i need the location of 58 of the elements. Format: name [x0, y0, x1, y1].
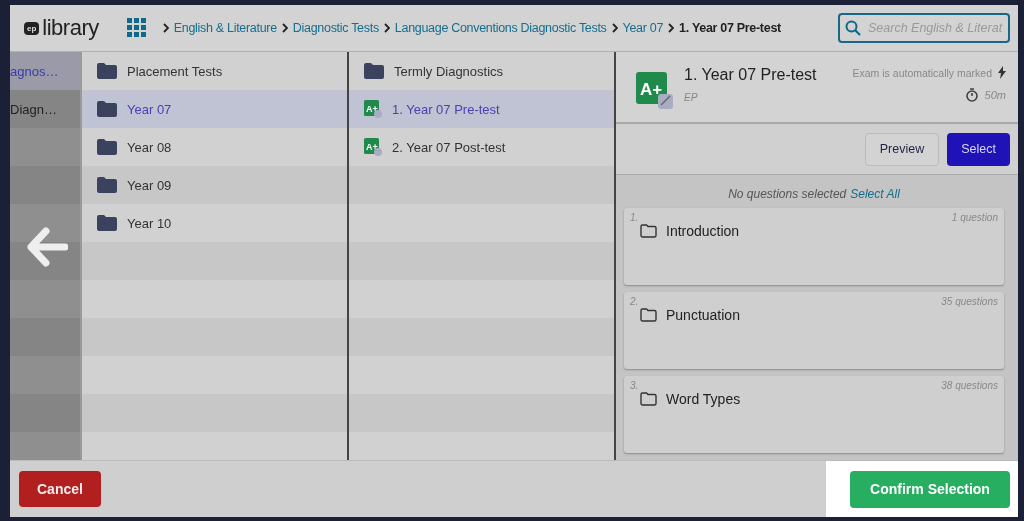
section-number: 1.	[630, 212, 639, 223]
folder-icon	[364, 63, 384, 79]
test-icon: A+	[364, 100, 382, 118]
duration-label: 50m	[984, 89, 1006, 101]
search-icon	[845, 20, 861, 36]
chevron-right-icon	[281, 23, 288, 33]
author-label: EP	[684, 92, 699, 103]
search-field[interactable]: Search English & Literat	[838, 13, 1010, 43]
list-item[interactable]: Year 10	[82, 204, 347, 242]
preview-button[interactable]: Preview	[864, 132, 940, 166]
list-item[interactable]: Termly Diagnostics	[349, 52, 614, 90]
breadcrumb-link[interactable]: Language Conventions Diagnostic Tests	[394, 21, 607, 35]
list-item[interactable]: Diagn…	[10, 90, 80, 128]
chevron-right-icon	[162, 23, 169, 33]
section-title: Punctuation	[666, 307, 740, 323]
chevron-right-icon	[383, 23, 390, 33]
breadcrumb-link[interactable]: Year 07	[622, 21, 664, 35]
cancel-button[interactable]: Cancel	[19, 471, 101, 507]
list-item[interactable]: Year 08	[82, 128, 347, 166]
logo-badge: ep	[24, 21, 40, 35]
apps-grid-icon[interactable]	[126, 18, 147, 38]
logo-text: library	[42, 15, 99, 41]
folder-icon	[640, 392, 657, 406]
list-item[interactable]: A+ 1. Year 07 Pre-test	[349, 90, 614, 128]
test-icon: A+	[364, 138, 382, 156]
logo[interactable]: ep library	[24, 15, 99, 41]
test-title: 1. Year 07 Pre-test	[684, 66, 818, 84]
selection-status: No questions selected	[728, 187, 847, 201]
breadcrumb-link[interactable]: Diagnostic Tests	[292, 21, 379, 35]
back-arrow-icon[interactable]	[26, 227, 68, 267]
chevron-right-icon	[611, 23, 618, 33]
chevron-right-icon	[668, 23, 675, 33]
question-count: 35 questions	[941, 296, 998, 307]
folder-icon	[97, 101, 117, 117]
folder-icon	[640, 308, 657, 322]
select-button[interactable]: Select	[947, 132, 1010, 166]
lightning-icon	[998, 66, 1006, 79]
list-item[interactable]: A+ 2. Year 07 Post-test	[349, 128, 614, 166]
section-title: Introduction	[666, 223, 740, 239]
folder-icon	[97, 63, 117, 79]
folder-icon	[97, 139, 117, 155]
list-item[interactable]: Year 09	[82, 166, 347, 204]
stopwatch-icon	[964, 88, 979, 102]
folder-icon	[97, 177, 117, 193]
question-count: 1 question	[951, 212, 998, 223]
section-number: 3.	[630, 380, 639, 391]
list-item[interactable]: Placement Tests	[82, 52, 347, 90]
folder-icon	[640, 224, 657, 238]
section-card[interactable]: 1. 1 question Introduction	[624, 208, 1004, 285]
breadcrumb-link[interactable]: English & Literature	[173, 21, 277, 35]
section-card[interactable]: 2. 35 questions Punctuation	[624, 292, 1004, 369]
section-title: Word Types	[666, 391, 741, 407]
folder-icon	[97, 215, 117, 231]
list-item[interactable]: Year 07	[82, 90, 347, 128]
question-count: 38 questions	[941, 380, 998, 391]
section-card[interactable]: 3. 38 questions Word Types	[624, 376, 1004, 453]
marking-note: Exam is automatically marked	[852, 66, 992, 79]
section-number: 2.	[630, 296, 639, 307]
